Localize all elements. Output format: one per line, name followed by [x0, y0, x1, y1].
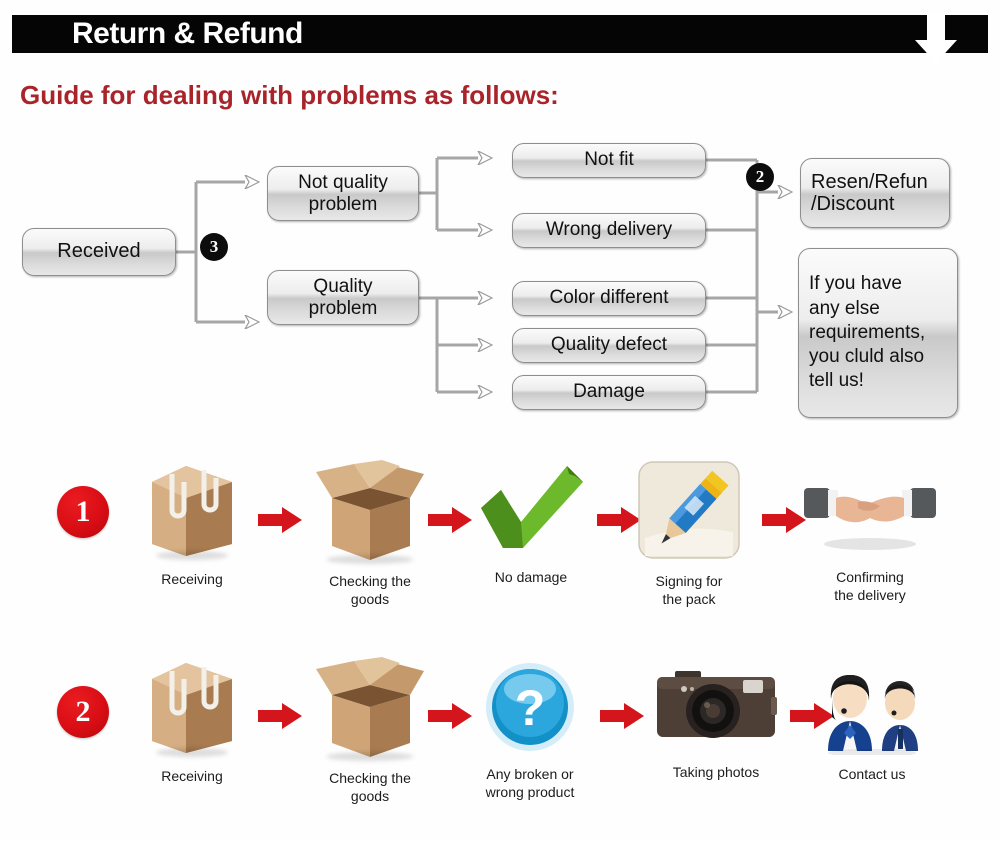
- step-checking-goods[interactable]: Checking the goods: [305, 657, 435, 805]
- camera-icon: [651, 667, 781, 747]
- node-color-different[interactable]: Color different: [512, 281, 706, 316]
- question-mark-icon: ?: [484, 661, 576, 753]
- row-number-badge: 1: [57, 486, 109, 538]
- badge-two: 2: [746, 163, 774, 191]
- page-title: Return & Refund: [72, 17, 303, 50]
- step-taking-photos[interactable]: Taking photos: [643, 667, 789, 781]
- node-not-quality-problem[interactable]: Not quality problem: [267, 166, 419, 221]
- sealed-box-icon: [146, 657, 238, 757]
- node-quality-problem[interactable]: Quality problem: [267, 270, 419, 325]
- process-row-1: 1 Receiving Checking the goods No damage…: [0, 455, 1000, 645]
- red-arrow-icon: [600, 703, 644, 729]
- open-box-icon: [314, 460, 426, 564]
- step-no-damage[interactable]: No damage: [472, 460, 590, 586]
- step-confirming-delivery[interactable]: Confirming the delivery: [800, 460, 940, 604]
- process-row-2: 2 Receiving Checking the goods ? Any bro…: [0, 655, 1000, 841]
- step-label: Receiving: [161, 768, 223, 784]
- sealed-box-icon: [146, 460, 238, 560]
- step-contact-us[interactable]: Contact us: [812, 655, 932, 783]
- green-check-icon: [475, 460, 587, 556]
- node-received[interactable]: Received: [22, 228, 176, 276]
- step-label: Taking photos: [672, 764, 760, 780]
- support-staff-icon: [820, 655, 924, 757]
- down-arrow-icon: [915, 12, 957, 63]
- red-arrow-icon: [428, 507, 472, 533]
- step-checking-goods[interactable]: Checking the goods: [305, 460, 435, 608]
- step-label: Checking the goods: [329, 770, 411, 805]
- step-label: No damage: [494, 569, 568, 585]
- svg-text:?: ?: [515, 680, 546, 736]
- node-resend-refund-discount[interactable]: Resen/Refun /Discount: [800, 158, 950, 228]
- flowchart: Received Not quality problem Quality pro…: [0, 130, 1000, 430]
- step-receiving[interactable]: Receiving: [132, 460, 252, 588]
- red-arrow-icon: [258, 703, 302, 729]
- step-label: Checking the goods: [329, 573, 411, 608]
- open-box-icon: [314, 657, 426, 761]
- node-wrong-delivery[interactable]: Wrong delivery: [512, 213, 706, 248]
- step-label: Receiving: [161, 571, 223, 587]
- node-not-fit[interactable]: Not fit: [512, 143, 706, 178]
- row-number-badge: 2: [57, 686, 109, 738]
- handshake-icon: [800, 460, 940, 556]
- step-receiving[interactable]: Receiving: [132, 657, 252, 785]
- step-signing-for-pack[interactable]: Signing for the pack: [634, 460, 744, 608]
- step-label: Any broken or wrong product: [485, 766, 575, 801]
- red-arrow-icon: [258, 507, 302, 533]
- badge-three: 3: [200, 233, 228, 261]
- node-else-requirements[interactable]: If you have any else requirements, you c…: [798, 248, 958, 418]
- step-any-broken-or-wrong[interactable]: ? Any broken or wrong product: [462, 661, 598, 801]
- step-label: Signing for the pack: [655, 573, 723, 608]
- step-label: Contact us: [838, 766, 906, 782]
- guide-heading: Guide for dealing with problems as follo…: [20, 80, 559, 110]
- step-label: Confirming the delivery: [834, 569, 906, 604]
- pencil-sign-icon: [637, 460, 741, 560]
- node-damage[interactable]: Damage: [512, 375, 706, 410]
- node-quality-defect[interactable]: Quality defect: [512, 328, 706, 363]
